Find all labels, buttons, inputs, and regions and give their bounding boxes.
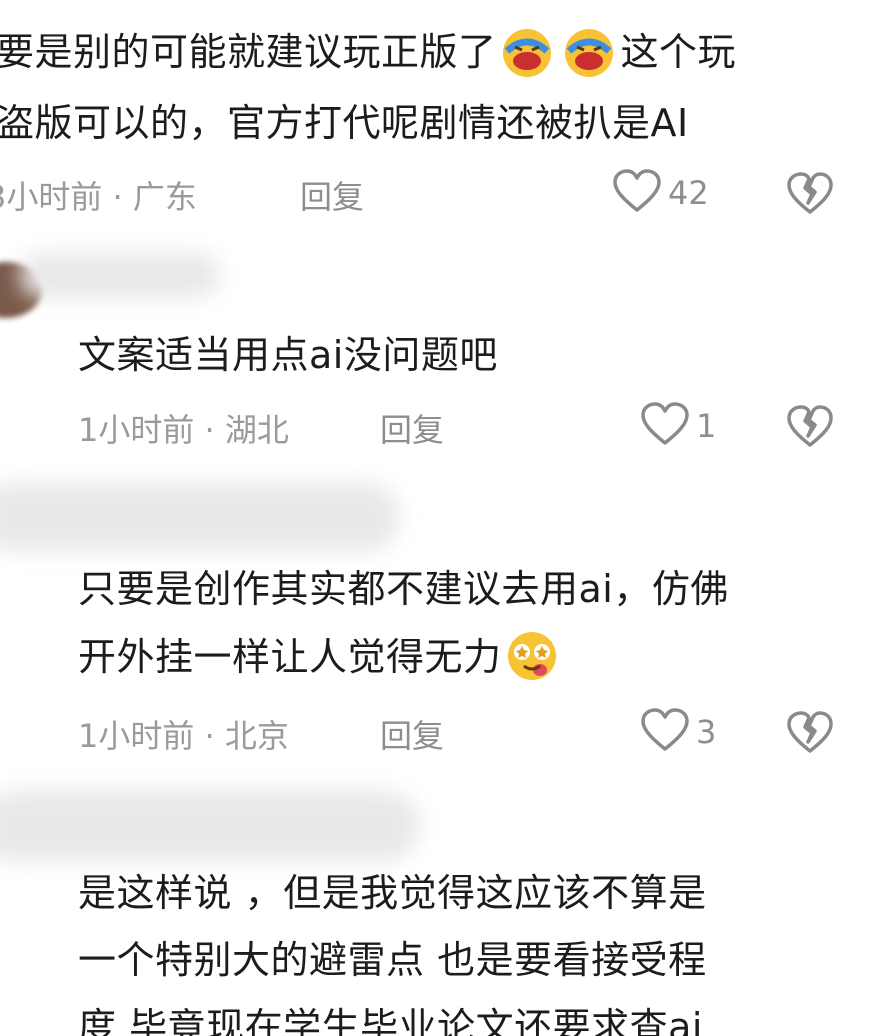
comment-1-line-1a: 要是别的可能就建议玩正版了 — [0, 30, 497, 74]
comment-1-like-count: 42 — [668, 174, 709, 212]
comment-3-dislike-button[interactable] — [786, 709, 834, 759]
meta-separator: · — [112, 178, 123, 216]
comment-3-location: 北京 — [224, 717, 289, 755]
meta-separator: · — [204, 717, 215, 755]
broken-heart-icon — [786, 711, 834, 759]
username-blurred — [0, 482, 400, 552]
comment-4-line-2: 一个特别大的避雷点 也是要看接受程 — [78, 938, 707, 982]
comment-4-line-3: 度 毕竟现在学生毕业论文还要求查ai — [78, 1005, 703, 1036]
comment-1-text: 要是别的可能就建议玩正版了 这个玩 — [0, 17, 736, 87]
comment-1-meta: 3小时前 · 广东 — [0, 172, 197, 218]
comment-1-location: 广东 — [132, 178, 197, 216]
comment-1-dislike-button[interactable] — [786, 170, 834, 220]
broken-heart-icon — [786, 405, 834, 453]
comment-3-meta: 1小时前 · 北京 — [78, 711, 289, 757]
comment-2-time: 1小时前 — [78, 411, 195, 449]
username-blurred — [0, 790, 420, 862]
comment-2-dislike-button[interactable] — [786, 403, 834, 453]
comment-3-line-1: 只要是创作其实都不建议去用ai，仿佛 — [78, 567, 729, 611]
comment-1-line-2: 盗版可以的，官方打代呢剧情还被扒是AI — [0, 101, 689, 145]
comment-2-like-count: 1 — [696, 407, 717, 445]
comment-3-like-button[interactable]: 3 — [640, 707, 716, 757]
laughing-crying-emoji-icon — [497, 23, 559, 79]
laughing-crying-emoji-icon — [559, 23, 621, 79]
comment-1-line-1b: 这个玩 — [620, 30, 737, 74]
comment-3-time: 1小时前 — [78, 717, 195, 755]
comment-3-line-2: 开外挂一样让人觉得无力 — [78, 622, 564, 692]
heart-outline-icon — [640, 401, 690, 451]
comment-1-reply-button[interactable]: 回复 — [300, 172, 364, 218]
comment-2-reply-button[interactable]: 回复 — [380, 405, 444, 451]
drooling-starry-emoji-icon — [502, 628, 564, 684]
comment-2-meta: 1小时前 · 湖北 — [78, 405, 289, 451]
comment-3-line-2-text: 开外挂一样让人觉得无力 — [78, 635, 502, 679]
comment-1-like-button[interactable]: 42 — [612, 168, 709, 218]
comment-4-line-1: 是这样说 ，但是我觉得这应该不算是 — [78, 871, 707, 915]
heart-outline-icon — [612, 168, 662, 218]
comment-2-location: 湖北 — [224, 411, 289, 449]
broken-heart-icon — [786, 172, 834, 220]
comment-3-reply-button[interactable]: 回复 — [380, 711, 444, 757]
meta-separator: · — [204, 411, 215, 449]
username-blurred — [20, 252, 220, 298]
heart-outline-icon — [640, 707, 690, 757]
comment-1-time: 3小时前 — [0, 178, 103, 216]
comment-2-text: 文案适当用点ai没问题吧 — [78, 333, 498, 377]
comment-3-like-count: 3 — [696, 713, 717, 751]
comment-2-like-button[interactable]: 1 — [640, 401, 716, 451]
